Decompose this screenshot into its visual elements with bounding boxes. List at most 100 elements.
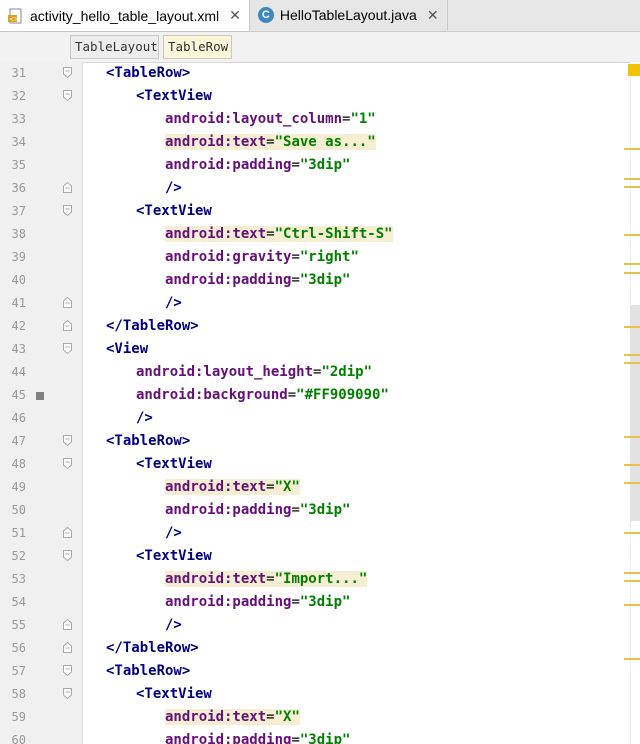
close-icon[interactable]: ✕ (229, 7, 241, 24)
error-stripe-marker[interactable] (624, 532, 640, 534)
code-line[interactable]: 56 </TableRow> (0, 637, 630, 660)
error-stripe-marker[interactable] (624, 436, 640, 438)
code-line[interactable]: 42 </TableRow> (0, 315, 630, 338)
code-line[interactable]: 40 android:padding="3dip" (0, 269, 630, 292)
code-line[interactable]: 59 android:text="X" (0, 706, 630, 729)
xml-tag-end: /> (136, 410, 153, 426)
code-line[interactable]: 51 /> (0, 522, 630, 545)
xml-tag: </TableRow> (106, 640, 199, 656)
fold-close-icon[interactable] (63, 182, 72, 193)
error-stripe-marker[interactable] (624, 234, 640, 236)
fold-open-icon[interactable] (63, 688, 72, 699)
error-stripe-marker[interactable] (624, 482, 640, 484)
breadcrumb-item-tablerow[interactable]: TableRow (163, 35, 232, 59)
fold-close-icon[interactable] (63, 297, 72, 308)
warning-indicator-icon[interactable] (628, 64, 640, 76)
code-text: android:padding="3dip" (165, 502, 351, 518)
code-line[interactable]: 60 android:padding="3dip" (0, 729, 630, 744)
tab-label: activity_hello_table_layout.xml (30, 7, 220, 24)
line-number: 35 (11, 158, 26, 172)
error-stripe-marker[interactable] (624, 572, 640, 574)
fold-open-icon[interactable] (63, 458, 72, 469)
error-stripe-marker[interactable] (624, 580, 640, 582)
code-line[interactable]: 43 <View (0, 338, 630, 361)
code-line[interactable]: 49 android:text="X" (0, 476, 630, 499)
code-line[interactable]: 44 android:layout_height="2dip" (0, 361, 630, 384)
code-line[interactable]: 58 <TextView (0, 683, 630, 706)
code-line[interactable]: 41 /> (0, 292, 630, 315)
code-line[interactable]: 32 <TextView (0, 85, 630, 108)
xml-tag: <TextView (136, 548, 212, 564)
code-line[interactable]: 57 <TableRow> (0, 660, 630, 683)
code-text: android:layout_height="2dip" (136, 364, 373, 380)
code-line[interactable]: 55 /> (0, 614, 630, 637)
code-line[interactable]: 34 android:text="Save as..." (0, 131, 630, 154)
breadcrumb: TableLayout TableRow (0, 32, 640, 63)
code-text: <TextView (136, 200, 212, 223)
fold-close-icon[interactable] (63, 320, 72, 331)
xml-tag: <View (106, 341, 149, 357)
fold-open-icon[interactable] (63, 435, 72, 446)
code-text: android:text="Save as..." (165, 131, 376, 154)
error-stripe-marker[interactable] (624, 658, 640, 660)
code-line[interactable]: 46 /> (0, 407, 630, 430)
color-swatch-icon[interactable] (36, 392, 44, 400)
code-line[interactable]: 35 android:padding="3dip" (0, 154, 630, 177)
fold-open-icon[interactable] (63, 665, 72, 676)
code-line[interactable]: 37 <TextView (0, 200, 630, 223)
fold-open-icon[interactable] (63, 67, 72, 78)
scrollbar-thumb[interactable] (630, 305, 640, 521)
line-number: 43 (11, 342, 26, 356)
code-text: android:background="#FF909090" (136, 387, 389, 403)
fold-open-icon[interactable] (63, 205, 72, 216)
error-stripe-marker[interactable] (624, 186, 640, 188)
code-line[interactable]: 53 android:text="Import..." (0, 568, 630, 591)
code-line[interactable]: 39 android:gravity="right" (0, 246, 630, 269)
error-stripe-marker[interactable] (624, 178, 640, 180)
fold-close-icon[interactable] (63, 527, 72, 538)
code-line[interactable]: 38 android:text="Ctrl-Shift-S" (0, 223, 630, 246)
code-line[interactable]: 48 <TextView (0, 453, 630, 476)
xml-tag: <TableRow> (106, 65, 191, 81)
line-number: 48 (11, 457, 26, 471)
fold-open-icon[interactable] (63, 90, 72, 101)
code-line[interactable]: 52 <TextView (0, 545, 630, 568)
line-number: 38 (11, 227, 26, 241)
error-stripe-marker[interactable] (624, 354, 640, 356)
highlighted-attribute: android:text="X" (165, 709, 300, 725)
error-stripe-marker[interactable] (624, 604, 640, 606)
code-editor[interactable]: 31 <TableRow> 32 <TextView 33 android:layout_… (0, 62, 630, 744)
line-number: 56 (11, 641, 26, 655)
tab-activity-xml[interactable]: <> activity_hello_table_layout.xml ✕ (0, 0, 250, 31)
editor-tab-bar: <> activity_hello_table_layout.xml ✕ C H… (0, 0, 640, 32)
code-text: /> (165, 177, 182, 200)
xml-tag: <TextView (136, 686, 212, 702)
code-text: android:text="X" (165, 476, 300, 499)
error-stripe-marker[interactable] (624, 362, 640, 364)
error-stripe-marker[interactable] (624, 464, 640, 466)
code-text: android:text="Import..." (165, 568, 368, 591)
tab-hello-java[interactable]: C HelloTableLayout.java ✕ (250, 0, 448, 30)
fold-close-icon[interactable] (63, 619, 72, 630)
code-line[interactable]: 33 android:layout_column="1" (0, 108, 630, 131)
fold-close-icon[interactable] (63, 642, 72, 653)
line-number: 39 (11, 250, 26, 264)
code-line[interactable]: 54 android:padding="3dip" (0, 591, 630, 614)
xml-tag-end: /> (165, 617, 182, 633)
code-text: android:layout_column="1" (165, 111, 376, 127)
error-stripe-marker[interactable] (624, 263, 640, 265)
error-stripe-marker[interactable] (624, 326, 640, 328)
line-number: 59 (11, 710, 26, 724)
error-stripe-marker[interactable] (624, 272, 640, 274)
error-stripe-marker[interactable] (624, 148, 640, 150)
close-icon[interactable]: ✕ (427, 7, 439, 24)
fold-open-icon[interactable] (63, 550, 72, 561)
breadcrumb-item-tablelayout[interactable]: TableLayout (70, 35, 159, 59)
code-line[interactable]: 36 /> (0, 177, 630, 200)
code-line[interactable]: 31 <TableRow> (0, 62, 630, 85)
code-text: <TableRow> (106, 430, 190, 453)
fold-open-icon[interactable] (63, 343, 72, 354)
code-line[interactable]: 47 <TableRow> (0, 430, 630, 453)
code-line[interactable]: 50 android:padding="3dip" (0, 499, 630, 522)
code-line[interactable]: 45 android:background="#FF909090" (0, 384, 630, 407)
